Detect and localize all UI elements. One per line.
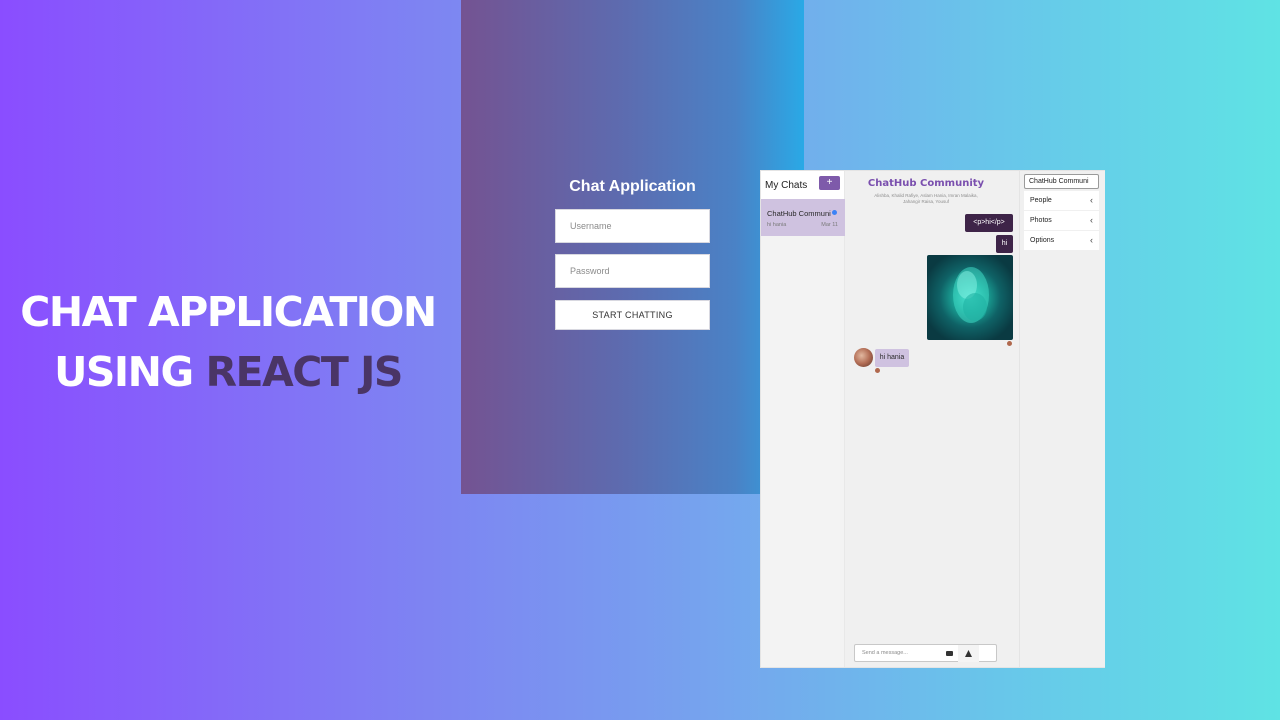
hero-line-2-accent: REACT JS bbox=[205, 348, 403, 396]
chat-feed: ChatHub Community Alishba, Khalid Rafiye… bbox=[846, 171, 1019, 667]
message-input[interactable]: Send a message... bbox=[862, 650, 908, 656]
image-content bbox=[953, 267, 989, 323]
chat-feed-title: ChatHub Community bbox=[867, 178, 985, 189]
read-receipt-avatar bbox=[875, 368, 880, 373]
read-receipt-avatar bbox=[1007, 341, 1012, 346]
start-chatting-button[interactable]: START CHATTING bbox=[555, 300, 710, 330]
sender-avatar bbox=[854, 348, 873, 367]
chevron-left-icon: ‹ bbox=[1090, 215, 1093, 225]
send-button[interactable] bbox=[958, 645, 979, 662]
settings-section-people[interactable]: People ‹ bbox=[1024, 191, 1099, 210]
hero-line-2-prefix: USING bbox=[54, 348, 206, 396]
message-image[interactable] bbox=[927, 255, 1013, 340]
password-input[interactable]: Password bbox=[555, 254, 710, 288]
username-input[interactable]: Username bbox=[555, 209, 710, 243]
send-icon bbox=[965, 650, 972, 657]
hero-title: CHAT APPLICATION USING REACT JS bbox=[0, 282, 456, 402]
my-chats-title: My Chats bbox=[765, 180, 808, 191]
unread-dot bbox=[832, 210, 837, 215]
chevron-left-icon: ‹ bbox=[1090, 195, 1093, 205]
new-chat-button[interactable]: + bbox=[819, 176, 840, 190]
settings-section-label: Options bbox=[1030, 237, 1055, 244]
message-bubble-outgoing: <p>hi</p> bbox=[965, 214, 1013, 232]
hero-line-2: USING REACT JS bbox=[0, 342, 456, 402]
login-title: Chat Application bbox=[569, 178, 696, 195]
hero-line-1: CHAT APPLICATION bbox=[20, 288, 437, 336]
chat-settings: ChatHub Communi People ‹ Photos ‹ Option… bbox=[1019, 171, 1105, 667]
chat-list: My Chats + ChatHub Communi hi hania Mar … bbox=[761, 171, 845, 667]
chat-card[interactable]: ChatHub Communi hi hania Mar 11 bbox=[761, 199, 845, 236]
settings-section-label: Photos bbox=[1030, 217, 1052, 224]
image-upload-icon[interactable] bbox=[946, 651, 953, 656]
message-bubble-incoming: hi hania bbox=[875, 349, 909, 367]
chevron-left-icon: ‹ bbox=[1090, 235, 1093, 245]
settings-section-options[interactable]: Options ‹ bbox=[1024, 231, 1099, 250]
chat-card-title: ChatHub Communi bbox=[767, 209, 831, 218]
settings-section-photos[interactable]: Photos ‹ bbox=[1024, 211, 1099, 230]
chat-card-preview: hi hania bbox=[767, 222, 787, 228]
message-bubble-outgoing: hi bbox=[996, 235, 1013, 253]
chat-card-date: Mar 11 bbox=[821, 222, 838, 228]
chat-members-list: Alishba, Khalid Rafiye, Aslam Hania, Imr… bbox=[874, 193, 978, 204]
plus-icon: + bbox=[826, 177, 833, 188]
chat-window: My Chats + ChatHub Communi hi hania Mar … bbox=[760, 170, 1105, 668]
message-composer: Send a message... bbox=[854, 644, 997, 662]
settings-section-label: People bbox=[1030, 197, 1052, 204]
chat-list-header: My Chats + bbox=[761, 171, 844, 199]
login-panel: Chat Application Username Password START… bbox=[461, 0, 804, 494]
chat-title-input[interactable]: ChatHub Communi bbox=[1024, 174, 1099, 189]
